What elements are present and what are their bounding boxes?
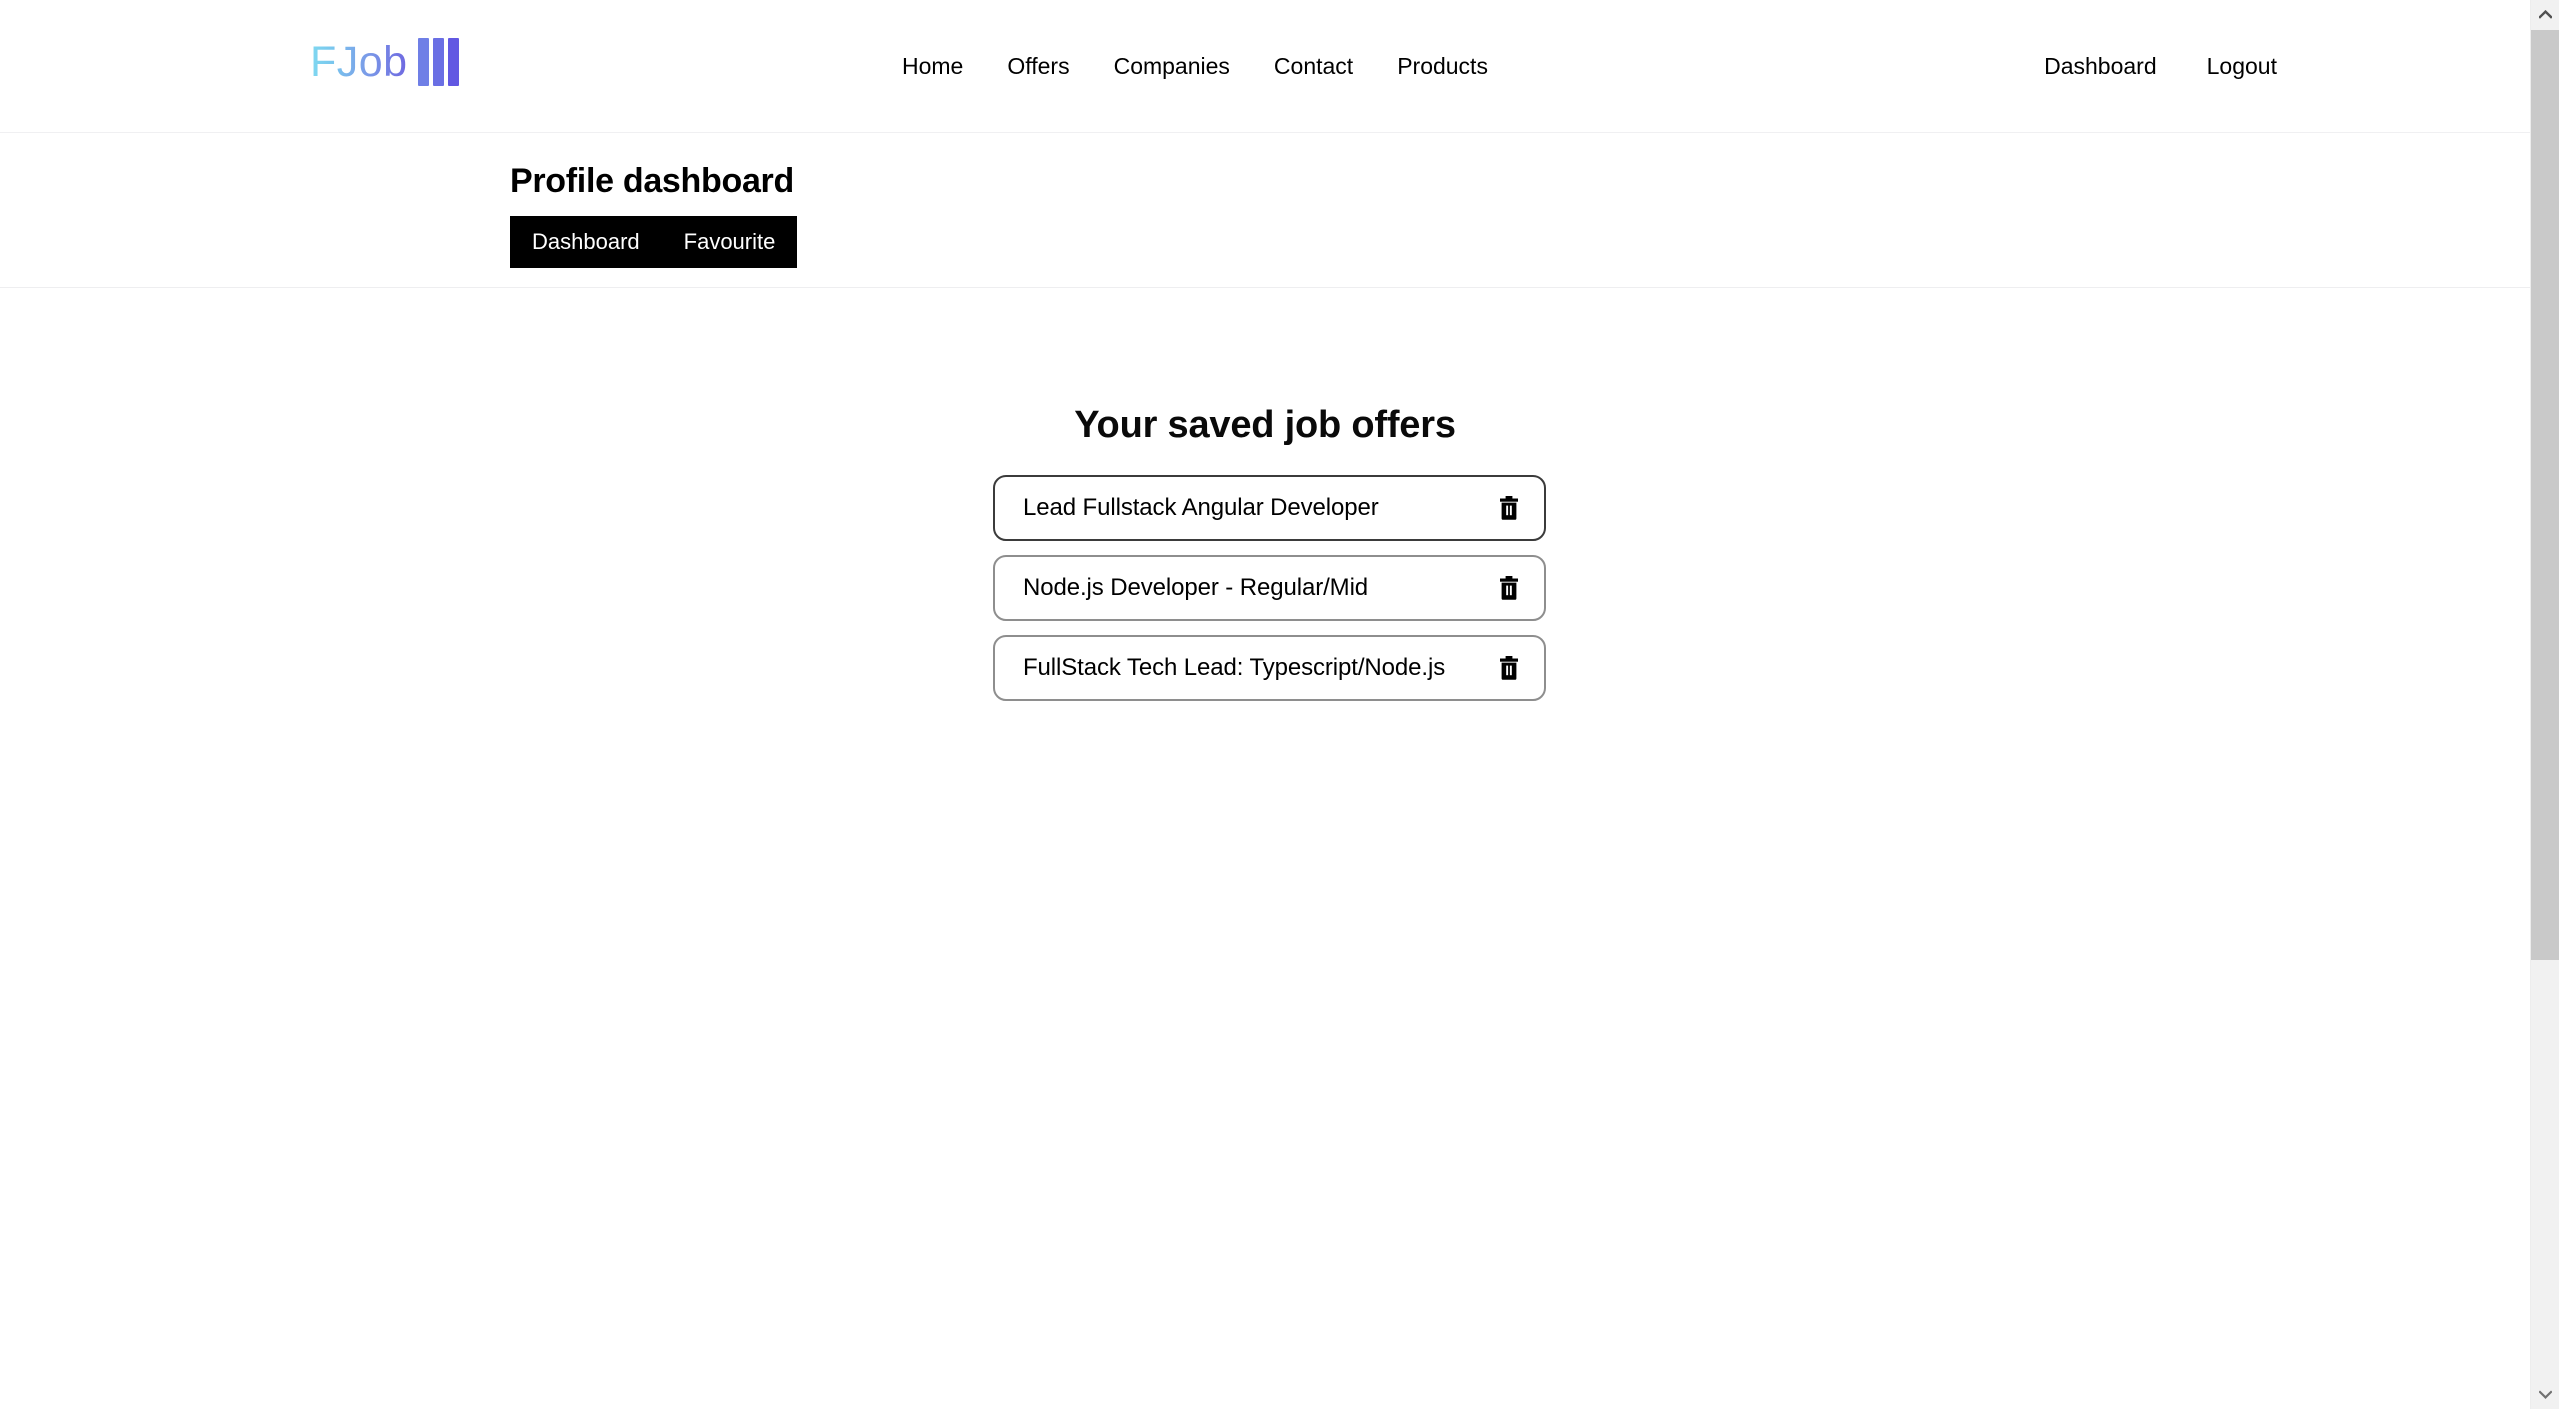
brand-logo[interactable]: FJob: [310, 34, 459, 90]
nav-right-links: Dashboard Logout: [2019, 0, 2302, 133]
trash-icon: [1500, 656, 1518, 680]
tab-dashboard[interactable]: Dashboard: [510, 216, 662, 268]
main-content: Your saved job offers Lead Fullstack Ang…: [0, 289, 2530, 1409]
trash-icon: [1500, 576, 1518, 600]
saved-offers-list: Lead Fullstack Angular Developer Node.js…: [993, 475, 1546, 701]
offer-card[interactable]: Node.js Developer - Regular/Mid: [993, 555, 1546, 621]
brand-bars-icon: [417, 38, 459, 86]
brand-bar-3: [447, 38, 459, 86]
nav-link-products[interactable]: Products: [1375, 0, 1510, 133]
brand-bar-2: [432, 38, 444, 86]
nav-link-contact[interactable]: Contact: [1252, 0, 1375, 133]
nav-link-logout[interactable]: Logout: [2182, 0, 2302, 133]
profile-header: Profile dashboard: [0, 134, 2530, 288]
offer-title: FullStack Tech Lead: Typescript/Node.js: [1023, 654, 1446, 681]
page-root: FJob Home Offers Companies Contact Produ…: [0, 0, 2559, 1409]
top-navbar: FJob Home Offers Companies Contact Produ…: [0, 0, 2530, 133]
offer-card[interactable]: FullStack Tech Lead: Typescript/Node.js: [993, 635, 1546, 701]
profile-tabbar: Dashboard Favourite: [510, 216, 798, 268]
offer-card[interactable]: Lead Fullstack Angular Developer: [993, 475, 1546, 541]
nav-link-home[interactable]: Home: [880, 0, 985, 133]
delete-offer-button[interactable]: [1496, 654, 1522, 682]
scroll-down-button[interactable]: [2531, 1380, 2559, 1409]
delete-offer-button[interactable]: [1496, 494, 1522, 522]
delete-offer-button[interactable]: [1496, 574, 1522, 602]
offer-title: Node.js Developer - Regular/Mid: [1023, 574, 1369, 601]
page-title: Profile dashboard: [510, 162, 794, 200]
offer-title: Lead Fullstack Angular Developer: [1023, 494, 1379, 521]
tab-favourite[interactable]: Favourite: [662, 216, 798, 268]
chevron-up-icon: [2539, 10, 2552, 19]
nav-center-links: Home Offers Companies Contact Products: [880, 0, 1510, 133]
brand-name: FJob: [310, 40, 412, 84]
scrollbar-thumb[interactable]: [2531, 30, 2559, 960]
trash-icon: [1500, 496, 1518, 520]
nav-link-dashboard[interactable]: Dashboard: [2019, 0, 2182, 133]
saved-offers-heading: Your saved job offers: [1074, 404, 1456, 446]
scroll-up-button[interactable]: [2531, 0, 2559, 29]
nav-link-offers[interactable]: Offers: [985, 0, 1091, 133]
nav-link-companies[interactable]: Companies: [1092, 0, 1252, 133]
chevron-down-icon: [2539, 1390, 2552, 1399]
brand-bar-1: [417, 38, 429, 86]
vertical-scrollbar[interactable]: [2530, 0, 2559, 1409]
